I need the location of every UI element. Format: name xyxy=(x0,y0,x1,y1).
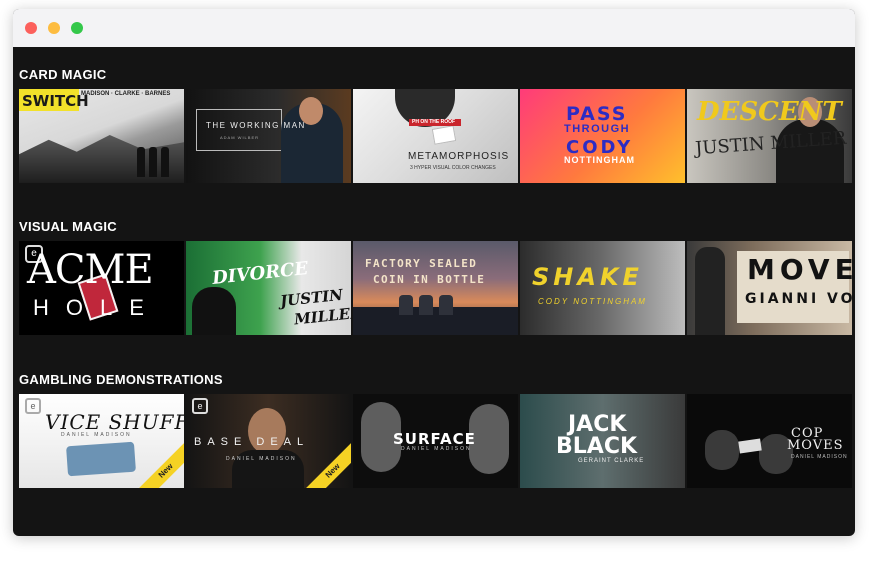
video-thumbnail-factory-sealed[interactable]: FACTORY SEALED COIN IN BOTTLE xyxy=(353,241,518,335)
section-title-card-magic: CARD MAGIC xyxy=(19,67,107,82)
thumbnail-badge: PH ON THE ROOF xyxy=(412,119,456,125)
card-deck-graphic xyxy=(66,441,136,477)
thumbnail-title: PASS xyxy=(566,103,628,125)
card-magic-row: SWITCH MADISON · CLARKE · BARNES THE WOR… xyxy=(19,89,852,183)
section-title-visual-magic: VISUAL MAGIC xyxy=(19,219,117,234)
card-graphic xyxy=(431,125,457,145)
tower-graphic xyxy=(399,295,413,315)
video-thumbnail-pass-through[interactable]: PASS THROUGH CODY NOTTINGHAM xyxy=(520,89,685,183)
video-thumbnail-metamorphosis[interactable]: PH ON THE ROOF METAMORPHOSIS 3 HYPER VIS… xyxy=(353,89,518,183)
window-titlebar xyxy=(13,9,855,47)
video-thumbnail-acme-hole[interactable]: e ACME HOLE xyxy=(19,241,184,335)
person-figure xyxy=(161,147,169,177)
video-thumbnail-base-deal[interactable]: e BASE DEAL DANIEL MADISON New xyxy=(186,394,351,488)
thumbnail-title: BASE DEAL xyxy=(194,436,310,448)
close-window-button[interactable] xyxy=(25,22,37,34)
thumbnail-title: DESCENT xyxy=(697,97,842,127)
video-thumbnail-divorce[interactable]: DIVORCE JUSTIN MILLER xyxy=(186,241,351,335)
video-thumbnail-switch[interactable]: SWITCH MADISON · CLARKE · BARNES xyxy=(19,89,184,183)
person-figure xyxy=(149,147,157,177)
thumbnail-subtitle: CODY NOTTINGHAM xyxy=(538,297,647,306)
gambling-demonstrations-row: e VICE SHUFFLE DANIEL MADISON New e BASE… xyxy=(19,394,852,488)
thumbnail-subtitle: DANIEL MADISON xyxy=(791,454,848,460)
thumbnail-title-line2: HOLE xyxy=(33,295,161,320)
thumbnail-title-line2: MOVES xyxy=(787,438,844,453)
thumbnail-title-line2: BLACK xyxy=(556,434,638,459)
thumbnail-subtitle: ADAM WILBER xyxy=(220,135,260,140)
thumbnail-title: FACTORY SEALED xyxy=(365,257,478,270)
thumbnail-title: SHAKE xyxy=(532,263,643,291)
video-thumbnail-jack-black[interactable]: JACK BLACK GERAINT CLARKE xyxy=(520,394,685,488)
video-thumbnail-descent[interactable]: DESCENT JUSTIN MILLER xyxy=(687,89,852,183)
video-thumbnail-working-man[interactable]: THE WORKING MAN ADAM WILBER xyxy=(186,89,351,183)
hand-graphic xyxy=(705,430,739,470)
section-title-gambling-demonstrations: GAMBLING DEMONSTRATIONS xyxy=(19,372,223,387)
minimize-window-button[interactable] xyxy=(48,22,60,34)
video-thumbnail-cop-moves[interactable]: COP MOVES DANIEL MADISON xyxy=(687,394,852,488)
browser-window: CARD MAGIC SWITCH MADISON · CLARKE · BAR… xyxy=(13,9,855,536)
thumbnail-title: VICE SHUFFLE xyxy=(45,410,184,434)
video-thumbnail-surface[interactable]: SURFACE DANIEL MADISON xyxy=(353,394,518,488)
performer-figure xyxy=(695,247,725,335)
mountain-graphic xyxy=(19,135,184,183)
person-figure xyxy=(137,147,145,177)
thumbnail-subtitle: MADISON · CLARKE · BARNES xyxy=(81,91,171,97)
new-ribbon: New xyxy=(132,437,184,488)
thumbnail-title: THE WORKING MAN xyxy=(206,121,306,130)
thumbnail-subtitle: DANIEL MADISON xyxy=(226,456,297,462)
maximize-window-button[interactable] xyxy=(71,22,83,34)
tower-graphic xyxy=(419,295,433,315)
thumbnail-subtitle: NOTTINGHAM xyxy=(564,155,635,165)
thumbnail-subtitle: GERAINT CLARKE xyxy=(578,458,645,464)
catalog-content: CARD MAGIC SWITCH MADISON · CLARKE · BAR… xyxy=(13,47,855,536)
thumbnail-subtitle: DANIEL MADISON xyxy=(61,432,132,438)
thumbnail-title: MOVE xyxy=(747,253,852,286)
video-thumbnail-shake[interactable]: SHAKE CODY NOTTINGHAM xyxy=(520,241,685,335)
factory-graphic xyxy=(353,307,518,335)
thumbnail-title: METAMORPHOSIS xyxy=(408,151,510,162)
thumbnail-subtitle: 3 HYPER VISUAL COLOR CHANGES xyxy=(410,165,496,171)
thumbnail-subtitle: GIANNI VOX xyxy=(745,291,852,307)
title-frame xyxy=(196,109,282,151)
video-thumbnail-vice-shuffle[interactable]: e VICE SHUFFLE DANIEL MADISON New xyxy=(19,394,184,488)
thumbnail-title: ACME xyxy=(27,247,154,293)
video-thumbnail-move[interactable]: MOVE GIANNI VOX xyxy=(687,241,852,335)
thumbnail-subtitle: DANIEL MADISON xyxy=(401,446,472,452)
thumbnail-title-line2: THROUGH xyxy=(564,123,631,135)
thumbnail-title: SWITCH xyxy=(22,92,89,110)
tower-graphic xyxy=(439,295,453,315)
e-logo-icon: e xyxy=(192,398,208,414)
thumbnail-subtitle: COIN IN BOTTLE xyxy=(373,273,486,286)
visual-magic-row: e ACME HOLE DIVORCE JUSTIN MILLER FACTOR… xyxy=(19,241,852,335)
thumbnail-title: DIVORCE xyxy=(211,258,310,289)
performer-figure xyxy=(192,287,236,335)
e-logo-icon: e xyxy=(25,398,41,414)
